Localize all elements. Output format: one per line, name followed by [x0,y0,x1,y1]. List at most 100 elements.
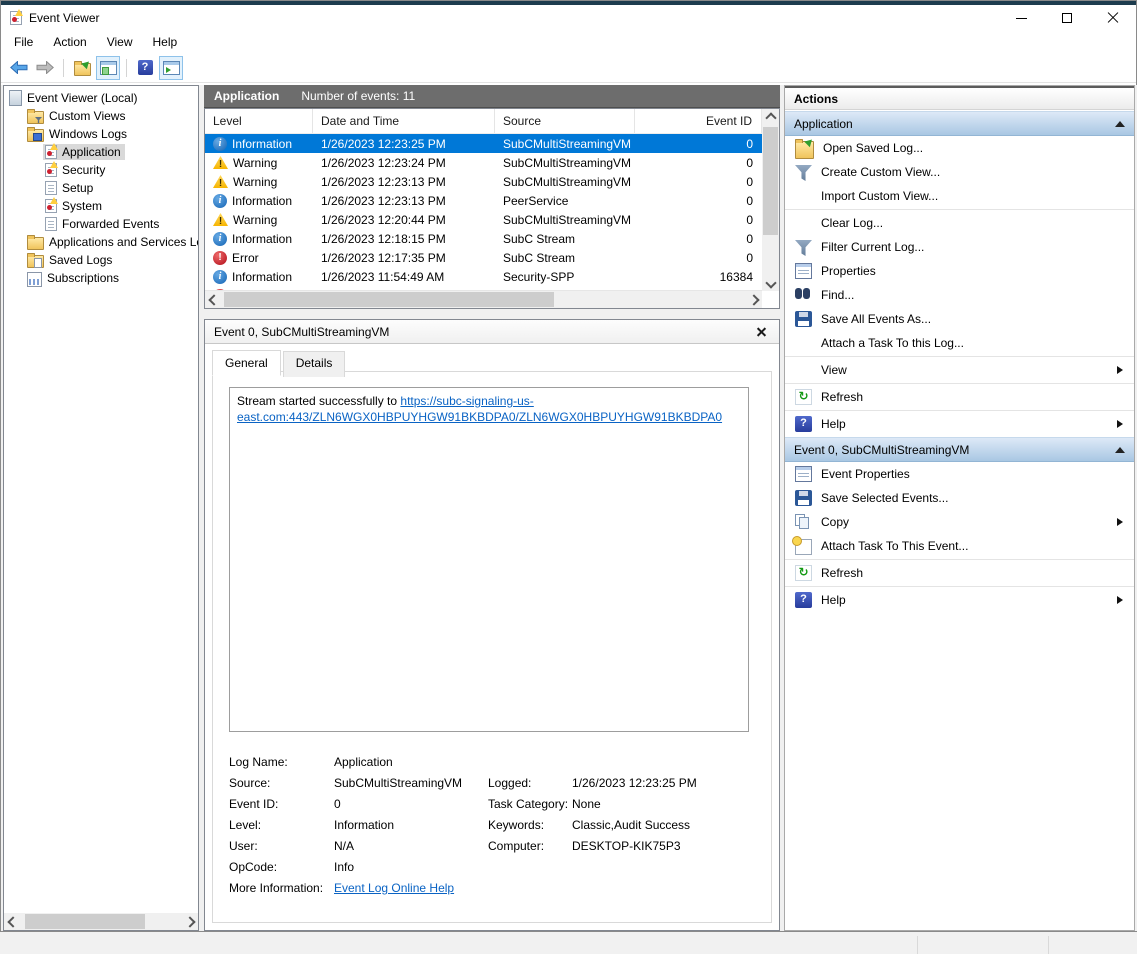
action-refresh[interactable]: Refresh [785,561,1134,585]
action-import-custom-view[interactable]: Import Custom View... [785,184,1134,208]
tree-item-system[interactable]: System [4,197,198,215]
toolbar-back-button[interactable] [7,56,31,80]
action-create-custom-view[interactable]: Create Custom View... [785,160,1134,184]
column-header-date-and-time[interactable]: Date and Time [313,109,495,133]
actions-section-application[interactable]: Application [785,111,1134,136]
action-filter-current-log[interactable]: Filter Current Log... [785,235,1134,259]
event-row[interactable]: Information1/26/2023 12:23:13 PMPeerServ… [205,191,762,210]
field-value-link[interactable]: Event Log Online Help [334,881,488,895]
cell-event-id: 16384 [635,270,762,284]
field-label: More Information: [229,881,334,895]
tree-item-custom-views[interactable]: Custom Views [4,107,198,125]
action-label: Find... [821,288,1125,302]
toolbar-separator [126,59,127,77]
scroll-left-arrow[interactable] [205,291,222,308]
column-header-event-id[interactable]: Event ID [635,109,762,133]
menu-file[interactable]: File [4,32,43,52]
list-vertical-scrollbar[interactable] [762,109,779,291]
action-label: Save All Events As... [821,312,1125,326]
cell-datetime: 1/26/2023 12:23:25 PM [313,137,495,151]
tree-item-saved-logs[interactable]: Saved Logs [4,251,198,269]
properties-icon [795,466,812,482]
event-row[interactable]: Information1/26/2023 11:54:49 AMSecurity… [205,267,762,286]
event-row[interactable]: Warning1/26/2023 12:23:24 PMSubCMultiStr… [205,153,762,172]
cell-event-id: 0 [635,175,762,189]
event-row[interactable]: Warning1/26/2023 12:23:13 PMSubCMultiStr… [205,172,762,191]
column-header-source[interactable]: Source [495,109,635,133]
tab-details[interactable]: Details [283,351,346,377]
list-horizontal-scrollbar[interactable] [205,290,762,308]
action-refresh[interactable]: Refresh [785,385,1134,409]
action-event-properties[interactable]: Event Properties [785,462,1134,486]
scrollbar-thumb[interactable] [224,292,554,307]
actions-pane: Actions ApplicationOpen Saved Log...Crea… [784,85,1135,931]
scroll-left-arrow[interactable] [4,913,21,930]
column-header-level[interactable]: Level [205,109,313,133]
tree-item-forwarded-events[interactable]: Forwarded Events [4,215,198,233]
cell-datetime: 1/26/2023 12:17:35 PM [313,251,495,265]
field-label [488,755,572,769]
close-button[interactable] [1090,5,1136,31]
field-value [572,755,763,769]
toolbar-help-button[interactable] [133,56,157,80]
preview-close-button[interactable] [754,324,770,340]
event-row[interactable]: Warning1/26/2023 12:20:44 PMSubCMultiStr… [205,210,762,229]
tree-item-setup[interactable]: Setup [4,179,198,197]
tree-horizontal-scrollbar[interactable] [4,913,198,930]
scrollbar-thumb[interactable] [25,914,145,929]
event-preview-pane: Event 0, SubCMultiStreamingVM GeneralDet… [204,319,780,931]
scroll-up-arrow[interactable] [762,109,779,126]
field-value: Info [334,860,488,874]
maximize-button[interactable] [1044,5,1090,31]
cell-level: Warning [205,156,313,170]
scrollbar-thumb[interactable] [763,127,778,235]
export-log-icon [74,63,91,76]
action-help[interactable]: Help [785,588,1134,612]
tree-item-security[interactable]: Security [4,161,198,179]
toolbar-show-action-pane-button[interactable] [159,56,183,80]
minimize-button[interactable] [998,5,1044,31]
cell-source: Security-SPP [495,270,635,284]
toolbar-show-console-tree-button[interactable] [96,56,120,80]
field-label: Task Category: [488,797,572,811]
menu-help[interactable]: Help [143,32,188,52]
tree-item-application[interactable]: Application [4,143,198,161]
scroll-down-arrow[interactable] [762,274,779,291]
toolbar-export-log-button[interactable] [70,56,94,80]
scroll-right-arrow[interactable] [181,913,198,930]
cell-source: SubC Stream [495,232,635,246]
menu-action[interactable]: Action [43,32,96,52]
cell-datetime: 1/26/2023 12:20:44 PM [313,213,495,227]
action-attach-a-task-to-this-log[interactable]: Attach a Task To this Log... [785,331,1134,355]
action-clear-log[interactable]: Clear Log... [785,211,1134,235]
action-properties[interactable]: Properties [785,259,1134,283]
toolbar-forward-button[interactable] [33,56,57,80]
event-fields: Log Name:ApplicationSource:SubCMultiStre… [229,755,763,895]
tab-general[interactable]: General [212,350,281,376]
event-row[interactable]: Information1/26/2023 12:18:15 PMSubC Str… [205,229,762,248]
console-tree-pane: Event Viewer (Local)Custom ViewsWindows … [3,85,199,931]
tree-item-event-viewer-local[interactable]: Event Viewer (Local) [4,89,198,107]
tree-item-subscriptions[interactable]: Subscriptions [4,269,198,287]
info-icon [213,270,227,284]
action-open-saved-log[interactable]: Open Saved Log... [785,136,1134,160]
tree-item-applications-and-services-logs[interactable]: Applications and Services Logs [4,233,198,251]
action-label: Create Custom View... [821,165,1125,179]
tree-item-label: Forwarded Events [62,217,159,231]
level-text: Information [232,194,292,208]
preview-title: Event 0, SubCMultiStreamingVM [214,325,389,339]
menu-view[interactable]: View [97,32,143,52]
tree-item-label: Subscriptions [47,271,119,285]
action-attach-task-to-this-event[interactable]: Attach Task To This Event... [785,534,1134,558]
action-find[interactable]: Find... [785,283,1134,307]
action-view[interactable]: View [785,358,1134,382]
event-row[interactable]: Information1/26/2023 12:23:25 PMSubCMult… [205,134,762,153]
action-save-selected-events[interactable]: Save Selected Events... [785,486,1134,510]
tree-item-windows-logs[interactable]: Windows Logs [4,125,198,143]
action-help[interactable]: Help [785,412,1134,436]
event-row[interactable]: Error1/26/2023 12:17:35 PMSubC Stream0 [205,248,762,267]
action-copy[interactable]: Copy [785,510,1134,534]
actions-section-event-0-subcmultistreamingvm[interactable]: Event 0, SubCMultiStreamingVM [785,437,1134,462]
action-save-all-events-as[interactable]: Save All Events As... [785,307,1134,331]
scroll-right-arrow[interactable] [745,291,762,308]
